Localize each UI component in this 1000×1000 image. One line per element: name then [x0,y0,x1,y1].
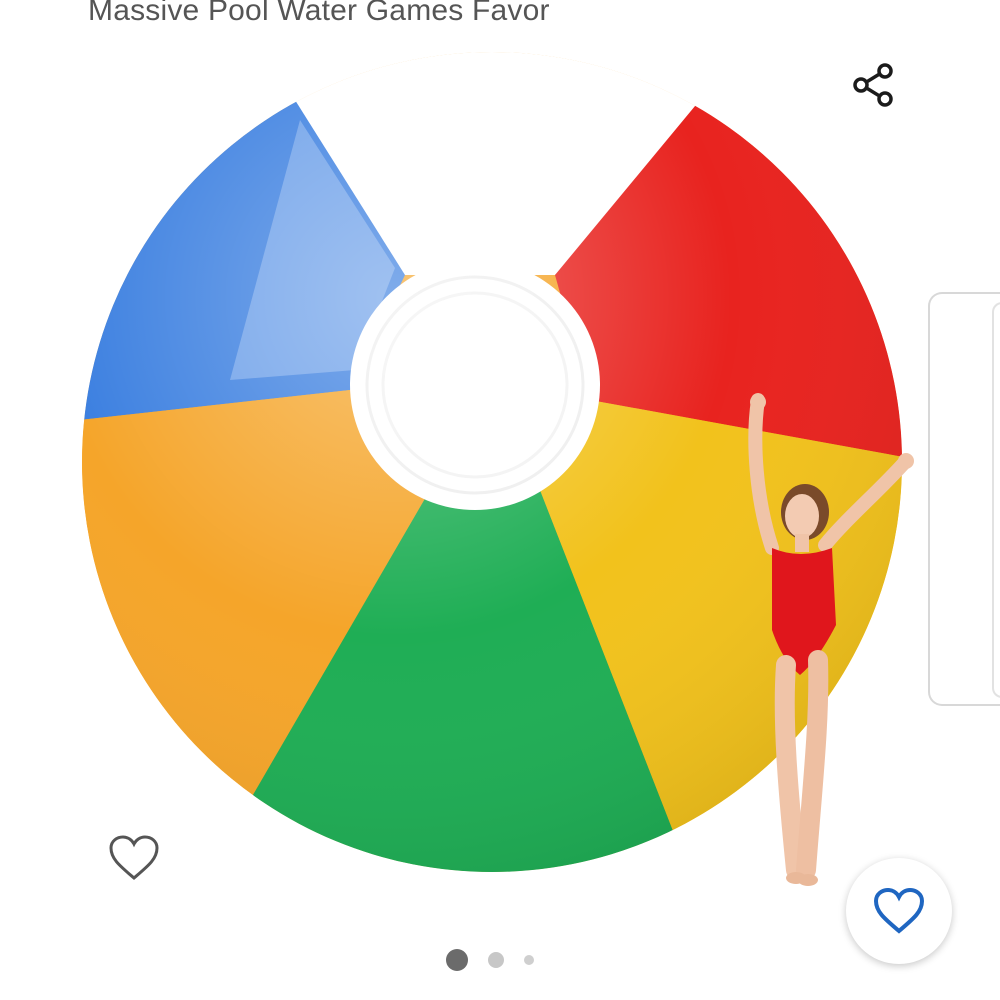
add-to-list-button[interactable] [104,828,164,888]
carousel-dot-1[interactable] [446,949,468,971]
share-button[interactable] [846,58,900,112]
product-title: Massive Pool Water Games Favor [88,0,550,27]
carousel-dot-2[interactable] [488,952,504,968]
image-carousel-indicator [446,948,534,972]
heart-icon [873,887,925,934]
side-panel-handle-inner [992,302,1000,698]
product-detail-page: Massive Pool Water Games Favor [0,0,1000,1000]
wishlist-fab-button[interactable] [846,858,952,964]
heart-outline-icon [109,835,159,880]
side-panel-handle[interactable] [928,292,1000,706]
carousel-dot-3[interactable] [524,955,534,965]
share-icon [853,63,893,107]
